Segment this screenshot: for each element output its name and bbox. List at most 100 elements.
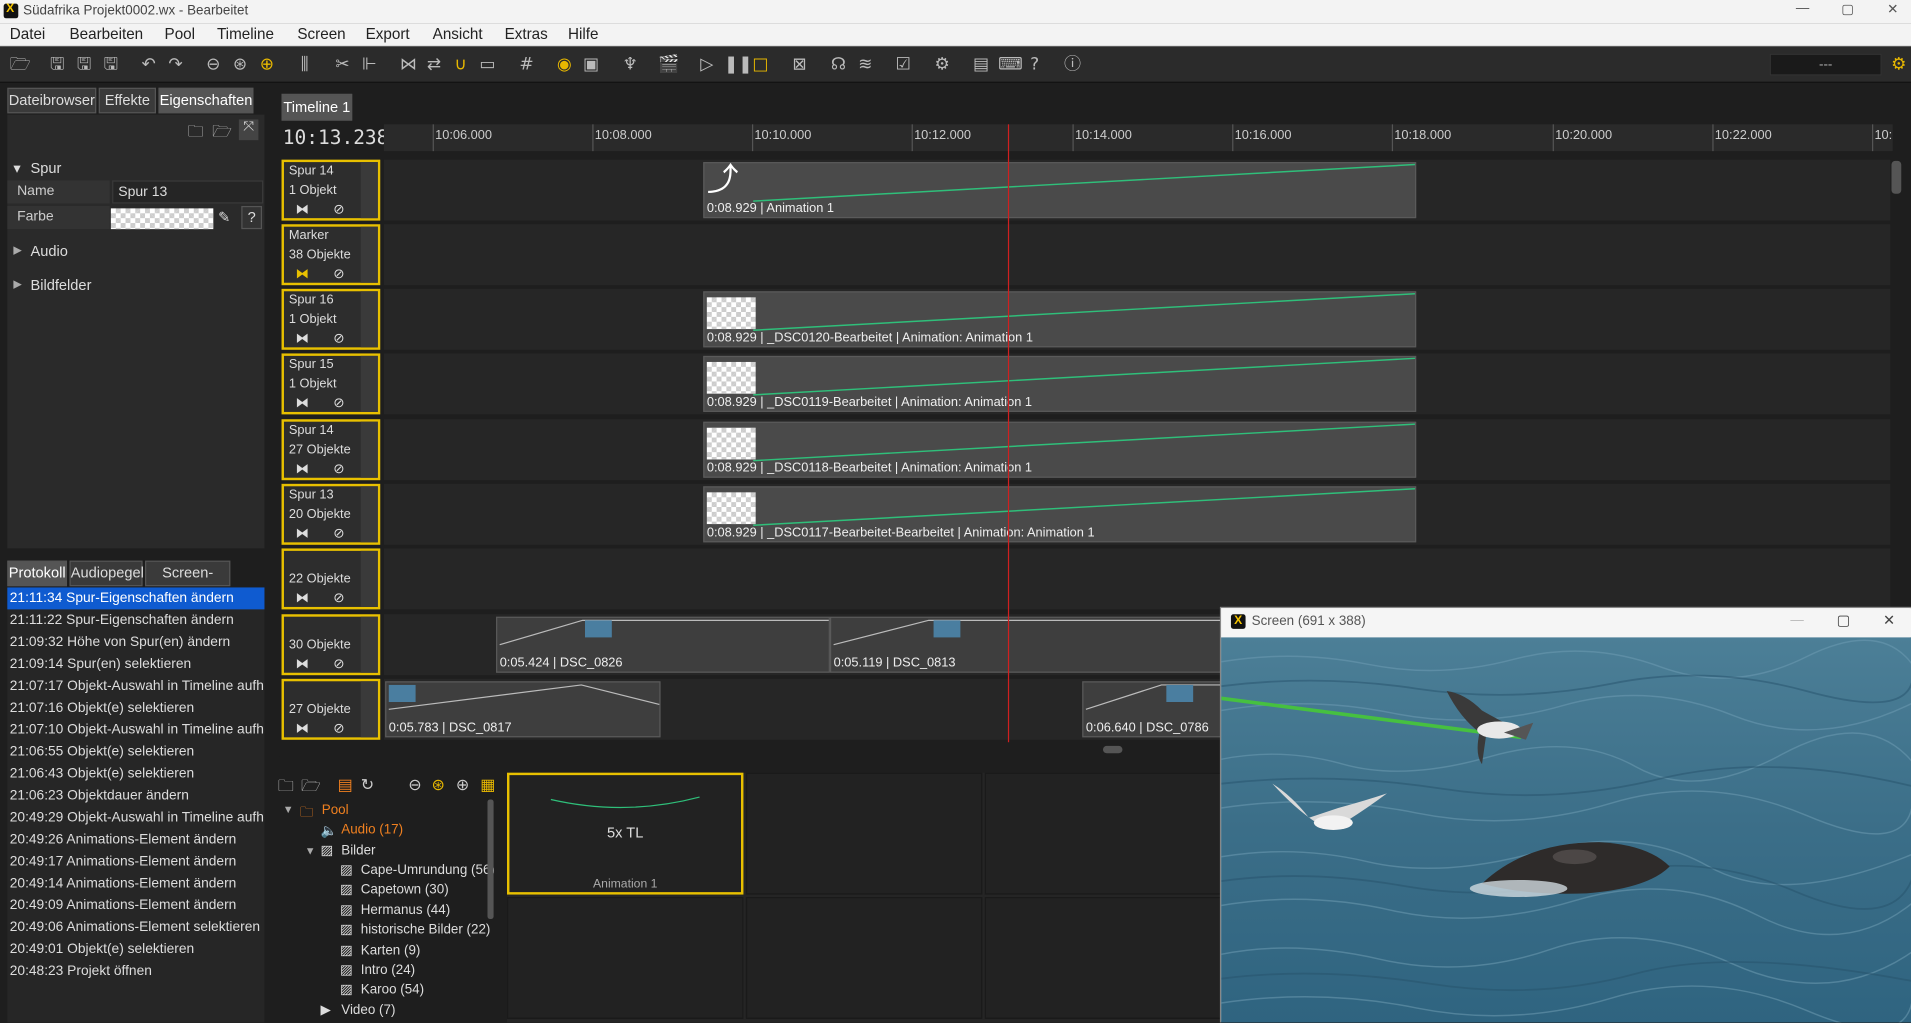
expand-arrow-icon[interactable]: ▶ [13, 244, 21, 257]
track-header[interactable]: Spur 15 1 Objekt ⧓ ⊘ [281, 353, 381, 415]
track-lane[interactable] [383, 224, 1891, 286]
log-entry[interactable]: 20:49:06 Animations-Element selektieren [7, 917, 264, 939]
tab-effekte[interactable]: Effekte [98, 87, 156, 114]
track-handle[interactable] [360, 486, 378, 543]
log-entry[interactable]: 21:07:17 Objekt-Auswahl in Timeline aufh… [7, 675, 265, 697]
track-solo-icon[interactable]: ⧓ [284, 202, 321, 218]
expand-arrow-icon[interactable]: ▶ [13, 278, 21, 291]
track-mute-icon[interactable]: ⊘ [321, 332, 358, 348]
timeline-clip[interactable]: 0:05.424 | DSC_0826 [496, 616, 830, 673]
open-folder-icon[interactable]: 🗁 [212, 121, 232, 148]
track-header[interactable]: Marker 38 Objekte ⧓ ⊘ [281, 224, 381, 286]
section-bildfelder[interactable]: Bildfelder [30, 277, 91, 294]
play-icon[interactable]: ▷ [697, 55, 717, 75]
maximize-button[interactable]: ▢ [1829, 1, 1866, 21]
section-spur[interactable]: Spur [30, 160, 61, 177]
pool-bilder[interactable]: Bilder [341, 843, 375, 858]
pool-root[interactable]: Pool [322, 803, 349, 818]
settings-gear-icon[interactable]: ⚙ [932, 55, 952, 75]
track-handle[interactable] [360, 616, 378, 673]
track-solo-icon[interactable]: ⧓ [284, 591, 321, 607]
track-handle[interactable] [360, 162, 378, 219]
log-entry[interactable]: 20:48:23 Projekt öffnen [7, 960, 264, 982]
close-button[interactable]: ✕ [1883, 612, 1895, 629]
timeline-clip[interactable]: 0:08.929 | _DSC0120-Bearbeitet | Animati… [703, 291, 1417, 348]
track-header[interactable]: Spur 13 20 Objekte ⧓ ⊘ [281, 483, 381, 545]
open-folder-icon[interactable]: 🗁 [10, 55, 31, 75]
tab-protokoll[interactable]: Protokoll [7, 560, 68, 587]
minimize-button[interactable]: — [1784, 1, 1821, 21]
checklist-icon[interactable]: ☑ [893, 55, 913, 75]
track-mute-icon[interactable]: ⊘ [321, 462, 358, 478]
wifi-icon[interactable]: ≋ [856, 55, 876, 75]
track-mute-icon[interactable]: ⊘ [321, 527, 358, 543]
screen-icon[interactable]: ▣ [581, 55, 601, 75]
zoom-in-icon[interactable]: ⊕ [456, 775, 469, 795]
timeline-clip[interactable]: 0:08.929 | _DSC0119-Bearbeitet | Animati… [703, 355, 1417, 412]
pool-audio[interactable]: Audio (17) [341, 823, 403, 838]
track-header[interactable]: 30 Objekte ⧓ ⊘ [281, 614, 381, 676]
timeline-clip[interactable]: 0:08.929 | _DSC0118-Bearbeitet | Animati… [703, 421, 1417, 478]
color-swatch[interactable] [110, 208, 214, 230]
audio-wave-icon[interactable]: ♆ [620, 55, 640, 75]
menu-ansicht[interactable]: Ansicht [433, 26, 483, 43]
track-solo-icon[interactable]: ⧓ [284, 527, 321, 543]
track-solo-icon[interactable]: ⧓ [284, 657, 321, 673]
log-entry[interactable]: 21:11:22 Spur-Eigenschaften ändern [7, 609, 264, 631]
log-entry[interactable]: 21:09:32 Höhe von Spur(en) ändern [7, 631, 264, 653]
track-mute-icon[interactable]: ⊘ [321, 722, 358, 738]
track-mute-icon[interactable]: ⊘ [321, 591, 358, 607]
track-header[interactable]: Spur 14 1 Objekt ⧓ ⊘ [281, 159, 381, 221]
save-as-icon[interactable]: 🖫 [74, 55, 94, 75]
tab-timeline-1[interactable]: Timeline 1 [281, 93, 353, 121]
timeline-clip[interactable]: 0:08.929 | _DSC0117-Bearbeitet-Bearbeite… [703, 486, 1417, 543]
grid-icon[interactable]: # [517, 55, 537, 75]
tab-eigenschaften[interactable]: Eigenschaften [158, 87, 254, 114]
timeline-clip[interactable]: ⤴ 0:08.929 | Animation 1 [703, 161, 1417, 219]
track-handle[interactable] [360, 550, 378, 607]
minimize-button[interactable]: — [1790, 613, 1803, 628]
chat-icon[interactable]: ▤ [971, 55, 991, 75]
log-entry[interactable]: 20:49:09 Animations-Element ändern [7, 895, 264, 917]
log-entry[interactable]: 21:09:14 Spur(en) selektieren [7, 653, 264, 675]
move-icon[interactable]: ⇄ [424, 55, 444, 75]
pool-scrollbar[interactable] [487, 799, 494, 919]
menu-pool[interactable]: Pool [165, 26, 196, 43]
track-handle[interactable] [360, 226, 378, 283]
pool-folder[interactable]: Karoo (54) [361, 983, 424, 998]
redo-icon[interactable]: ↷ [166, 55, 186, 75]
time-ruler[interactable]: 10:06.000 10:08.000 10:10.000 10:12.000 10:1… [383, 124, 1893, 152]
undo-icon[interactable]: ↶ [139, 55, 159, 75]
collapse-arrow-icon[interactable]: ▼ [305, 845, 316, 857]
pool-folder[interactable]: Intro (24) [361, 963, 415, 978]
zoom-out-icon[interactable]: ⊖ [204, 55, 224, 75]
log-entry[interactable]: 21:06:43 Objekt(e) selektieren [7, 763, 264, 785]
folder-icon[interactable]: 🗀 [278, 775, 294, 802]
track-handle[interactable] [360, 421, 378, 478]
close-button[interactable]: ✕ [1874, 1, 1911, 21]
log-entry[interactable]: 21:07:16 Objekt(e) selektieren [7, 697, 264, 719]
keyboard-icon[interactable]: ⌨ [998, 55, 1023, 75]
list-view-icon[interactable]: ▤ [338, 775, 353, 795]
log-entry[interactable]: 21:07:10 Objekt-Auswahl in Timeline aufh… [7, 719, 265, 741]
track-solo-icon[interactable]: ⧓ [284, 267, 321, 283]
track-mute-icon[interactable]: ⊘ [321, 202, 358, 218]
pause-icon[interactable]: ❚❚ [724, 55, 753, 75]
tab-screen-tools[interactable]: Screen-Tools [145, 560, 231, 605]
menu-timeline[interactable]: Timeline [217, 26, 274, 43]
preview-eye-icon[interactable]: ◉ [555, 55, 575, 75]
collapse-icon[interactable]: ⤧ [238, 119, 259, 141]
name-field[interactable]: Spur 13 [112, 180, 264, 204]
horizontal-scrollbar[interactable] [1102, 745, 1123, 754]
track-mute-icon[interactable]: ⊘ [321, 396, 358, 412]
menu-extras[interactable]: Extras [505, 26, 548, 43]
help-icon[interactable]: ? [1025, 55, 1045, 75]
settings-icon[interactable]: ⚙ [1889, 55, 1909, 75]
info-icon[interactable]: ⓘ [1063, 55, 1083, 75]
menu-datei[interactable]: Datei [10, 26, 46, 43]
trim-icon[interactable]: ⊩ [360, 55, 380, 75]
timeline-clip[interactable]: 0:05.119 | DSC_0813 [829, 616, 1223, 673]
clapper-icon[interactable]: 🎬 [658, 55, 679, 75]
pool-item-animation[interactable]: 5x TL Animation 1 [507, 772, 744, 895]
vertical-scrollbar[interactable] [1891, 160, 1902, 194]
